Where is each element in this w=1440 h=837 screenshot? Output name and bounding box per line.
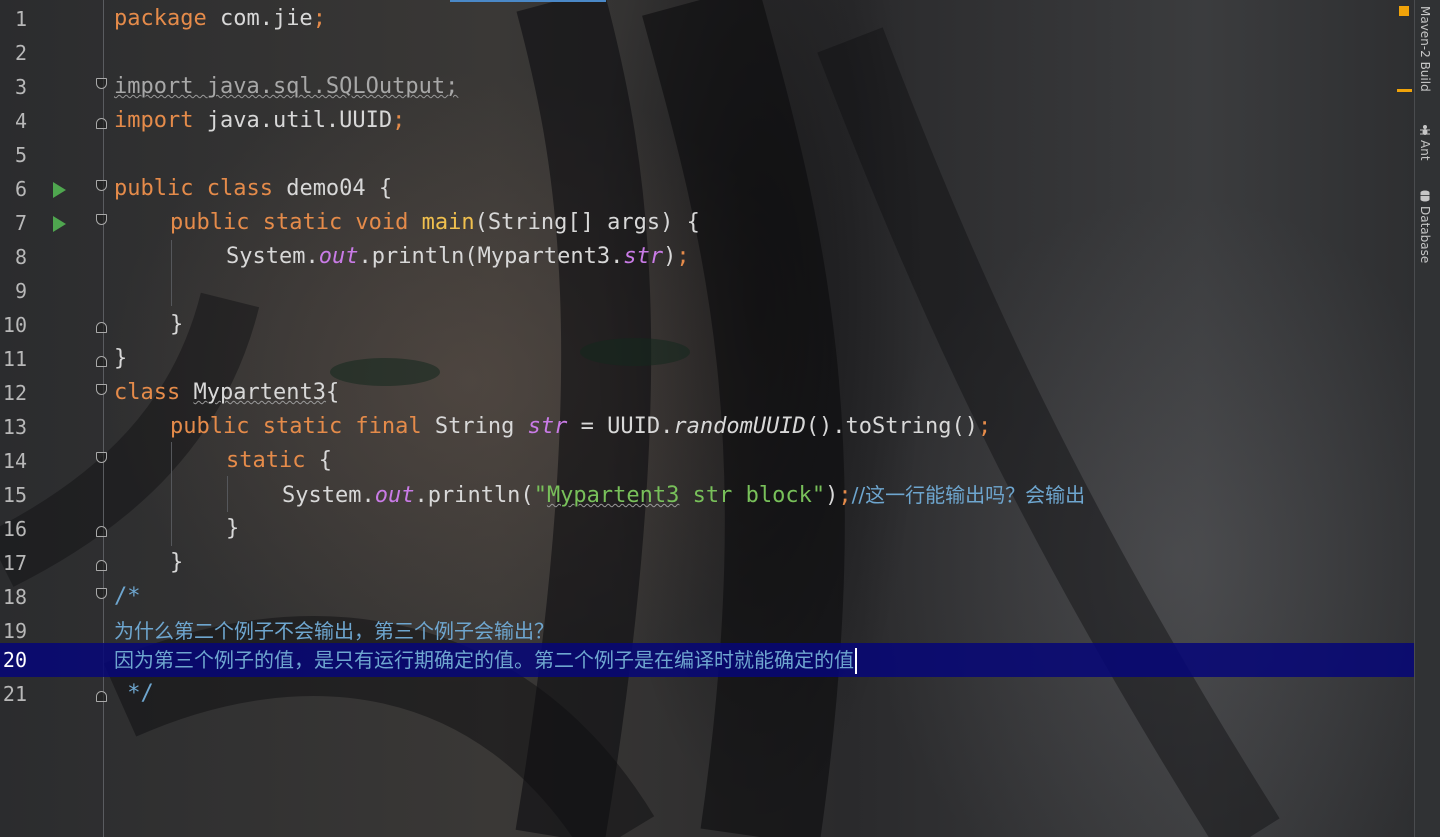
tool-tab-ant[interactable]: Ant xyxy=(1418,124,1432,161)
tool-tab-label: Maven-2 Build xyxy=(1418,6,1432,92)
line-number: 7 xyxy=(14,211,27,235)
line-number: 20 xyxy=(2,648,27,672)
line-number: 8 xyxy=(14,245,27,269)
comment-text[interactable]: /* xyxy=(114,580,141,614)
code-line[interactable]: 10 } xyxy=(0,308,1414,342)
line-number: 12 xyxy=(2,381,27,405)
line-number: 11 xyxy=(2,347,27,371)
line-number: 5 xyxy=(14,143,27,167)
current-line[interactable]: 20 因为第三个例子的值，是只有运行期确定的值。第二个例子是在编译时就能确定的值 xyxy=(0,643,1414,677)
code-line[interactable]: 17 } xyxy=(0,546,1414,580)
tool-tab-label: Database xyxy=(1418,206,1432,264)
code-text[interactable]: } xyxy=(170,546,183,580)
fold-end-icon[interactable] xyxy=(96,322,107,333)
code-line[interactable]: 4 import java.util.UUID; xyxy=(0,104,1414,138)
comment-text[interactable]: */ xyxy=(114,677,154,711)
line-number: 2 xyxy=(14,41,27,65)
code-line[interactable]: 5 xyxy=(0,138,1414,172)
code-line[interactable]: 8 System.out.println(Mypartent3.str); xyxy=(0,240,1414,274)
fold-toggle-icon[interactable] xyxy=(96,214,107,225)
text-caret xyxy=(855,648,857,674)
code-line[interactable]: 6 public class demo04 { xyxy=(0,172,1414,206)
fold-end-icon[interactable] xyxy=(96,560,107,571)
run-class-icon[interactable] xyxy=(53,182,66,198)
tool-tab-label: Ant xyxy=(1418,140,1432,161)
line-number: 3 xyxy=(14,75,27,99)
code-line[interactable]: 9 xyxy=(0,274,1414,308)
run-method-icon[interactable] xyxy=(53,216,66,232)
line-number: 13 xyxy=(2,415,27,439)
tool-tab-maven[interactable]: Maven-2 Build xyxy=(1418,6,1432,92)
code-line[interactable]: 12 class Mypartent3{ xyxy=(0,376,1414,410)
code-text[interactable]: static { xyxy=(226,444,332,478)
fold-end-icon[interactable] xyxy=(96,691,107,702)
line-number: 14 xyxy=(2,449,27,473)
code-text[interactable]: import java.util.UUID; xyxy=(114,104,405,138)
code-text[interactable]: public static final String str = UUID.ra… xyxy=(170,410,991,444)
code-line[interactable]: 2 xyxy=(0,36,1414,70)
code-text[interactable]: System.out.println("Mypartent3 str block… xyxy=(282,478,1085,512)
comment-text[interactable]: 因为第三个例子的值，是只有运行期确定的值。第二个例子是在编译时就能确定的值 xyxy=(114,643,857,677)
line-number: 10 xyxy=(2,313,27,337)
code-text[interactable]: } xyxy=(114,342,127,376)
unused-import-text[interactable]: import java.sql.SQLOutput; xyxy=(114,70,458,104)
code-text[interactable]: class Mypartent3{ xyxy=(114,376,339,410)
code-line[interactable]: 1 package com.jie; xyxy=(0,2,1414,36)
code-line[interactable]: 16 } xyxy=(0,512,1414,546)
code-line[interactable]: 15 System.out.println("Mypartent3 str bl… xyxy=(0,478,1414,512)
fold-toggle-icon[interactable] xyxy=(96,452,107,463)
right-tool-window-strip: Maven-2 Build Ant Database xyxy=(1414,0,1440,837)
code-text[interactable]: public static void main(String[] args) { xyxy=(170,206,700,240)
line-number: 21 xyxy=(2,682,27,706)
code-line[interactable]: 21 */ xyxy=(0,677,1414,711)
code-line[interactable]: 14 static { xyxy=(0,444,1414,478)
code-line[interactable]: 11 } xyxy=(0,342,1414,376)
tool-tab-database[interactable]: Database xyxy=(1418,190,1432,263)
code-line[interactable]: 7 public static void main(String[] args)… xyxy=(0,206,1414,240)
ant-icon xyxy=(1420,125,1430,135)
line-number: 6 xyxy=(14,177,27,201)
line-number: 9 xyxy=(14,279,27,303)
code-line[interactable]: 3 import java.sql.SQLOutput; xyxy=(0,70,1414,104)
inspection-status-icon[interactable] xyxy=(1399,6,1409,16)
fold-end-icon[interactable] xyxy=(96,526,107,537)
code-text[interactable]: } xyxy=(226,512,239,546)
line-number: 17 xyxy=(2,551,27,575)
code-editor[interactable]: 1 package com.jie; 2 3 import java.sql.S… xyxy=(0,0,1414,837)
warning-stripe-marker[interactable] xyxy=(1397,89,1412,92)
code-line[interactable]: 18 /* xyxy=(0,580,1414,614)
database-icon xyxy=(1420,190,1430,202)
code-text[interactable]: package com.jie; xyxy=(114,2,326,36)
line-number: 18 xyxy=(2,585,27,609)
line-number: 16 xyxy=(2,517,27,541)
fold-toggle-icon[interactable] xyxy=(96,78,107,89)
line-number: 4 xyxy=(14,109,27,133)
fold-toggle-icon[interactable] xyxy=(96,180,107,191)
code-line[interactable]: 13 public static final String str = UUID… xyxy=(0,410,1414,444)
fold-toggle-icon[interactable] xyxy=(96,384,107,395)
line-number: 1 xyxy=(14,7,27,31)
fold-end-icon[interactable] xyxy=(96,118,107,129)
code-text[interactable]: } xyxy=(170,308,183,342)
fold-end-icon[interactable] xyxy=(96,356,107,367)
line-number: 15 xyxy=(2,483,27,507)
code-text[interactable]: public class demo04 { xyxy=(114,172,392,206)
fold-toggle-icon[interactable] xyxy=(96,588,107,599)
code-text[interactable]: System.out.println(Mypartent3.str); xyxy=(226,240,690,274)
